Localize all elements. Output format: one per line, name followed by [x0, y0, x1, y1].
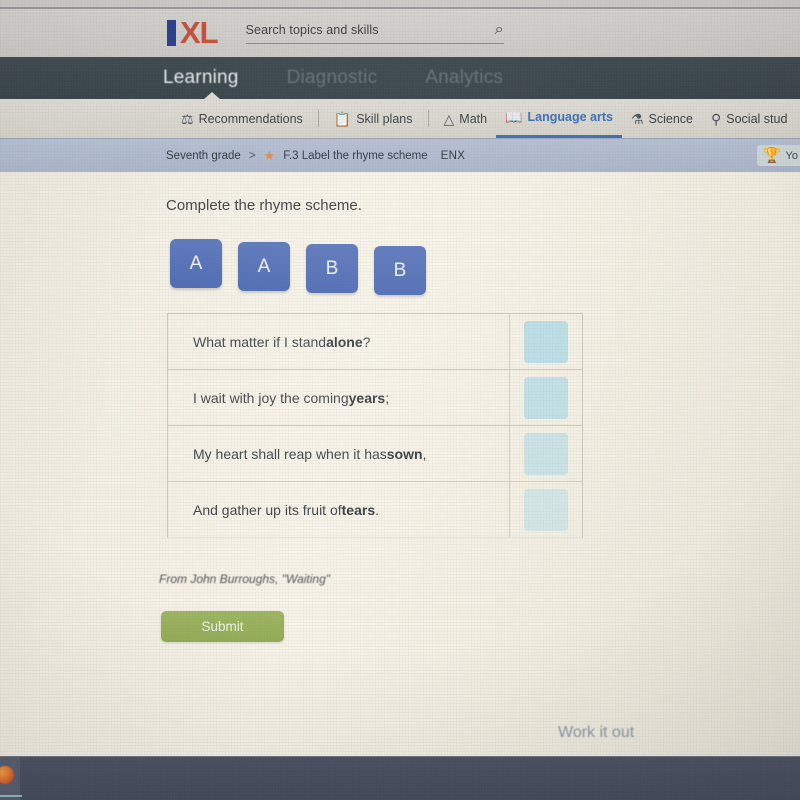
search-icon[interactable]: ⌕: [495, 22, 504, 38]
breadcrumb-skill: F.3 Label the rhyme scheme: [283, 149, 428, 162]
search-input[interactable]: Search topics and skills: [246, 23, 379, 37]
star-icon[interactable]: ★: [264, 149, 276, 162]
poem-line-rhyme: alone: [326, 333, 363, 350]
science-icon: ⚗: [630, 110, 644, 127]
submit-button[interactable]: Submit: [161, 611, 284, 642]
primary-nav: Learning Diagnostic Analytics: [0, 57, 800, 100]
breadcrumb-separator: >: [248, 149, 256, 162]
nav-divider: [427, 110, 429, 127]
nav-divider: [317, 110, 319, 127]
search-field[interactable]: Search topics and skills ⌕: [245, 22, 504, 44]
browser-viewport: XL Search topics and skills ⌕ Learning D…: [0, 0, 800, 756]
math-icon: △: [443, 110, 455, 127]
poem-row: And gather up its fruit of tears.: [168, 482, 582, 538]
subject-label: Recommendations: [198, 111, 303, 126]
recommendations-icon: ⚖: [181, 110, 194, 127]
poem-line-rhyme: sown: [386, 445, 423, 462]
poem-line-before: My heart shall reap when it has: [193, 445, 387, 462]
draggable-tile-a2[interactable]: A: [238, 242, 290, 291]
subject-item-social-studies[interactable]: ⚲ Social stud: [702, 99, 796, 138]
social-studies-icon: ⚲: [711, 110, 722, 127]
trophy-icon: 🏆: [762, 147, 782, 164]
taskbar-active-indicator: [0, 795, 22, 797]
nav-item-learning[interactable]: Learning: [163, 67, 239, 89]
os-taskbar: [0, 756, 800, 800]
poem-line-2: I wait with joy the coming years;: [168, 370, 510, 425]
subject-item-math[interactable]: △ Math: [435, 99, 497, 138]
logo-text: XL: [180, 15, 219, 50]
poem-line-before: I wait with joy the coming: [193, 389, 349, 406]
subject-label: Social stud: [726, 111, 788, 126]
question-prompt: Complete the rhyme scheme.: [166, 197, 362, 214]
window-top-strip: [0, 0, 800, 7]
answer-cell: [510, 426, 582, 481]
ixl-header: XL Search topics and skills ⌕: [0, 9, 800, 57]
poem-line-before: What matter if I stand: [193, 333, 327, 350]
poem-row: My heart shall reap when it has sown,: [168, 426, 582, 482]
subject-label: Language arts: [527, 110, 613, 124]
poem-line-after: .: [375, 501, 379, 518]
ixl-logo[interactable]: XL: [167, 15, 219, 50]
subject-label: Skill plans: [356, 111, 413, 126]
breadcrumb-bar: Seventh grade > ★ F.3 Label the rhyme sc…: [0, 138, 800, 172]
subject-item-language-arts[interactable]: 📖 Language arts: [496, 99, 622, 138]
draggable-tile-b1[interactable]: B: [306, 244, 358, 293]
subject-item-skill-plans[interactable]: 📋 Skill plans: [325, 99, 422, 138]
poem-line-rhyme: years: [348, 389, 386, 406]
award-chip[interactable]: 🏆 Yo: [756, 145, 800, 166]
poem-attribution: From John Burroughs, "Waiting": [159, 572, 331, 586]
breadcrumb-grade[interactable]: Seventh grade: [166, 150, 241, 162]
language-arts-icon: 📖: [505, 109, 523, 125]
subject-label: Math: [459, 111, 488, 126]
poem-line-1: What matter if I stand alone?: [168, 314, 510, 369]
nav-item-diagnostic[interactable]: Diagnostic: [287, 67, 378, 89]
subject-item-science[interactable]: ⚗ Science: [622, 99, 702, 138]
drop-zone-2[interactable]: [524, 376, 568, 419]
poem-line-3: My heart shall reap when it has sown,: [168, 426, 510, 481]
poem-line-after: ?: [362, 333, 371, 350]
poem-line-rhyme: tears: [341, 501, 376, 518]
logo-bar-icon: [167, 20, 176, 46]
answer-cell: [510, 370, 582, 425]
answer-tile-tray: A A B B: [170, 239, 426, 295]
drop-zone-3[interactable]: [524, 432, 568, 475]
poem-row: What matter if I stand alone?: [168, 314, 582, 370]
award-label: Yo: [785, 149, 798, 162]
drop-zone-1[interactable]: [524, 320, 568, 363]
poem-table: What matter if I stand alone? I wait wit…: [167, 313, 583, 538]
poem-line-before: And gather up its fruit of: [193, 501, 342, 518]
subject-label: Science: [648, 111, 693, 126]
draggable-tile-a1[interactable]: A: [170, 239, 222, 288]
poem-line-4: And gather up its fruit of tears.: [168, 482, 510, 537]
answer-cell: [510, 482, 582, 537]
photographed-screen: XL Search topics and skills ⌕ Learning D…: [0, 0, 800, 800]
poem-line-after: ;: [385, 389, 390, 406]
subject-nav: ⚖ Recommendations 📋 Skill plans △ Math 📖…: [0, 99, 800, 138]
draggable-tile-b2[interactable]: B: [374, 246, 426, 295]
poem-row: I wait with joy the coming years;: [168, 370, 582, 426]
skill-plans-icon: 📋: [333, 110, 352, 127]
answer-cell: [510, 314, 582, 369]
nav-item-analytics[interactable]: Analytics: [425, 67, 503, 89]
drop-zone-4[interactable]: [524, 488, 568, 531]
breadcrumb: Seventh grade > ★ F.3 Label the rhyme sc…: [166, 149, 465, 162]
work-it-out-link[interactable]: Work it out: [558, 724, 634, 742]
poem-line-after: ,: [422, 445, 427, 462]
subject-item-recommendations[interactable]: ⚖ Recommendations: [172, 99, 312, 138]
breadcrumb-skill-code: ENX: [440, 149, 466, 162]
